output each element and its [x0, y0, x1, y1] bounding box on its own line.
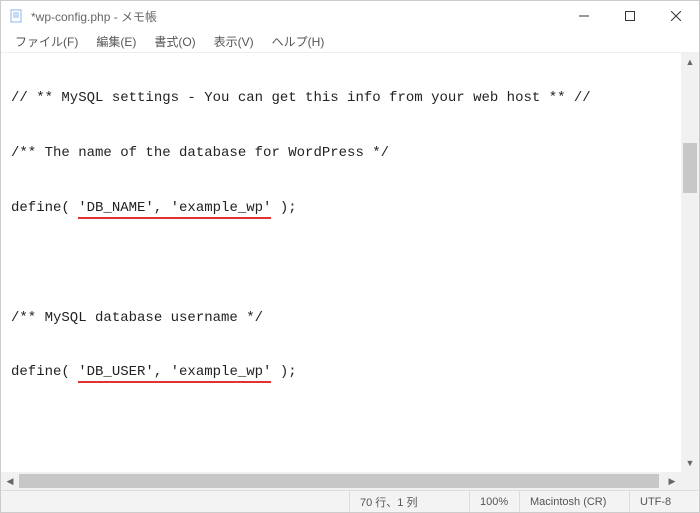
- highlight-db-name: 'DB_NAME', 'example_wp': [78, 200, 271, 219]
- code-line: define( 'DB_NAME', 'example_wp' );: [11, 197, 671, 219]
- code-line: define( 'DB_USER', 'example_wp' );: [11, 361, 671, 383]
- status-encoding: UTF-8: [629, 491, 699, 512]
- hscroll-thumb[interactable]: [19, 474, 659, 488]
- menubar: ファイル(F) 編集(E) 書式(O) 表示(V) ヘルプ(H): [1, 31, 699, 53]
- code-line: /** MySQL database username */: [11, 307, 671, 329]
- close-button[interactable]: [653, 1, 699, 31]
- status-line-ending: Macintosh (CR): [519, 491, 629, 512]
- scroll-corner: [681, 472, 699, 490]
- horizontal-scrollbar[interactable]: ◀ ▶: [1, 472, 681, 490]
- maximize-button[interactable]: [607, 1, 653, 31]
- menu-view[interactable]: 表示(V): [206, 31, 262, 52]
- code-line: /** The name of the database for WordPre…: [11, 142, 671, 164]
- scroll-left-icon[interactable]: ◀: [1, 476, 19, 487]
- scroll-down-icon[interactable]: ▼: [681, 454, 699, 472]
- hscroll-track[interactable]: [19, 472, 663, 490]
- statusbar: 70 行、1 列 100% Macintosh (CR) UTF-8: [1, 490, 699, 512]
- menu-format[interactable]: 書式(O): [146, 31, 203, 52]
- scroll-right-icon[interactable]: ▶: [663, 476, 681, 487]
- minimize-button[interactable]: [561, 1, 607, 31]
- code-line: // ** MySQL settings - You can get this …: [11, 87, 671, 109]
- window-title: *wp-config.php - メモ帳: [31, 8, 561, 25]
- menu-edit[interactable]: 編集(E): [88, 31, 144, 52]
- vertical-scrollbar[interactable]: ▲ ▼: [681, 53, 699, 472]
- scroll-up-icon[interactable]: ▲: [681, 53, 699, 71]
- editor-wrap: // ** MySQL settings - You can get this …: [1, 53, 699, 490]
- menu-file[interactable]: ファイル(F): [7, 31, 86, 52]
- highlight-db-user: 'DB_USER', 'example_wp': [78, 364, 271, 383]
- titlebar: *wp-config.php - メモ帳: [1, 1, 699, 31]
- text-editor[interactable]: // ** MySQL settings - You can get this …: [1, 53, 681, 472]
- menu-help[interactable]: ヘルプ(H): [264, 31, 333, 52]
- window-controls: [561, 1, 699, 31]
- notepad-icon: [9, 8, 25, 24]
- status-zoom: 100%: [469, 491, 519, 512]
- status-position: 70 行、1 列: [349, 491, 469, 512]
- vscroll-thumb[interactable]: [683, 143, 697, 193]
